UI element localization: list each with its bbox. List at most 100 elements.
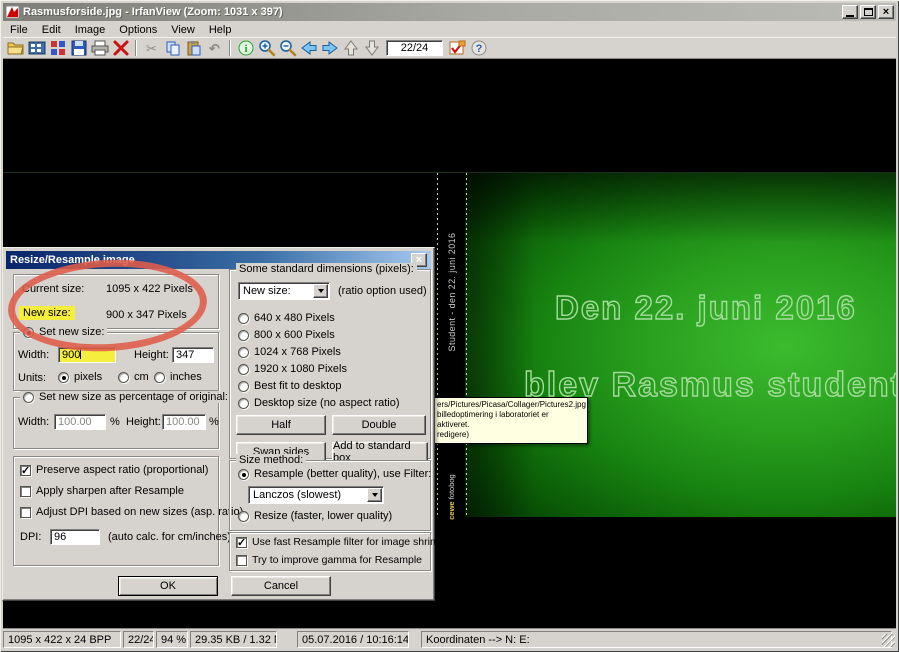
standard-size-combobox[interactable]: New size: (238, 282, 330, 300)
radio-1024x768[interactable]: 1024 x 768 Pixels (238, 346, 341, 358)
dialog-title: Resize/Resample image (10, 254, 135, 266)
percentage-radio[interactable] (23, 391, 34, 403)
menu-edit[interactable]: Edit (35, 24, 68, 36)
unit-cm-label: cm (134, 371, 149, 383)
half-button[interactable]: Half (236, 415, 326, 435)
cewe-logo: cewe fotobog (447, 467, 459, 527)
zoom-out-icon[interactable] (277, 38, 298, 58)
preserve-aspect-checkbox[interactable]: Preserve aspect ratio (proportional) (20, 464, 209, 477)
unit-pixels-radio[interactable]: pixels (58, 371, 102, 383)
resample-label: Resample (better quality), use Filter: (254, 468, 432, 480)
menu-view[interactable]: View (164, 24, 202, 36)
menu-image[interactable]: Image (68, 24, 113, 36)
checkbox-icon (20, 464, 31, 477)
chevron-down-icon[interactable] (367, 488, 382, 502)
cut-icon[interactable]: ✂ (141, 38, 162, 58)
close-button[interactable]: × (878, 5, 894, 19)
unit-inches-radio[interactable]: inches (154, 371, 202, 383)
info-icon[interactable]: i (235, 38, 256, 58)
undo-icon[interactable]: ↶ (204, 38, 225, 58)
sharpen-checkbox[interactable]: Apply sharpen after Resample (20, 485, 184, 497)
radio-best-fit[interactable]: Best fit to desktop (238, 380, 341, 392)
file-tooltip: ers/Pictures/Picasa/Collager/Pictures2.j… (432, 397, 588, 444)
dpi-value: 96 (54, 531, 67, 543)
radio-desktop-size[interactable]: Desktop size (no aspect ratio) (238, 397, 400, 409)
percentage-legend[interactable]: Set new size as percentage of original: (20, 391, 231, 403)
help-icon[interactable]: ? (468, 38, 489, 58)
paste-icon[interactable] (183, 38, 204, 58)
first-file-icon[interactable] (340, 38, 361, 58)
ratio-option-note: (ratio option used) (338, 285, 427, 297)
adjust-dpi-checkbox[interactable]: Adjust DPI based on new sizes (asp. rati… (20, 506, 243, 518)
units-label: Units: (18, 372, 47, 384)
add-to-standard-button[interactable]: Add to standard box (332, 440, 428, 464)
toolbar: ✂ ↶ i 22/24 ? (3, 37, 896, 59)
filter-combobox-value: Lanczos (slowest) (253, 489, 342, 501)
statusbar: 1095 x 422 x 24 BPP 22/24 94 % 29.35 KB … (3, 628, 896, 649)
fast-filter-checkbox[interactable]: Use fast Resample filter for image shrin… (236, 536, 455, 549)
tooltip-line3: redigere) (437, 430, 470, 439)
unit-inches-label: inches (170, 371, 202, 383)
current-size-label: Current size: (22, 283, 85, 295)
standard-dimensions-label: Some standard dimensions (pixels): (236, 263, 417, 275)
copy-icon[interactable] (162, 38, 183, 58)
status-coordinates: Koordinaten --> N: E: (421, 631, 892, 648)
svg-text:i: i (244, 43, 247, 55)
filter-combobox[interactable]: Lanczos (slowest) (248, 486, 384, 504)
set-new-size-legend[interactable]: Set new size: (20, 326, 108, 338)
radio-640x480[interactable]: 640 x 480 Pixels (238, 312, 335, 324)
ok-button[interactable]: OK (118, 576, 218, 596)
thumbnails-icon[interactable] (26, 38, 47, 58)
resample-radio[interactable]: Resample (better quality), use Filter: (238, 468, 431, 480)
page-indicator-field[interactable]: 22/24 (386, 40, 443, 56)
jpg-lossless-operations-icon[interactable] (447, 38, 468, 58)
set-new-size-radio[interactable] (23, 326, 34, 338)
print-icon[interactable] (89, 38, 110, 58)
previous-image-icon[interactable] (298, 38, 319, 58)
slideshow-icon[interactable] (47, 38, 68, 58)
cancel-button[interactable]: Cancel (231, 576, 331, 596)
height-value: 347 (176, 349, 195, 361)
gamma-checkbox[interactable]: Try to improve gamma for Resample (236, 554, 422, 566)
maximize-icon (863, 8, 873, 16)
width-label: Width: (18, 349, 50, 361)
standard-dimensions-group: Some standard dimensions (pixels): New s… (229, 263, 431, 464)
delete-icon[interactable] (110, 38, 131, 58)
radio-1920x1080[interactable]: 1920 x 1080 Pixels (238, 363, 347, 375)
open-icon[interactable] (5, 38, 26, 58)
last-file-icon[interactable] (361, 38, 382, 58)
options-group: Preserve aspect ratio (proportional) App… (13, 456, 243, 566)
current-size-value: 1095 x 422 Pixels (106, 283, 193, 295)
zoom-in-icon[interactable] (256, 38, 277, 58)
menu-help[interactable]: Help (202, 24, 239, 36)
radio-800x600[interactable]: 800 x 600 Pixels (238, 329, 335, 341)
width-input[interactable]: 900 (58, 347, 116, 363)
status-zoom: 94 % (156, 631, 188, 648)
size-method-label: Size method: (236, 454, 307, 466)
height-input[interactable]: 347 (172, 347, 214, 363)
resize-grip[interactable] (882, 634, 895, 647)
save-icon[interactable] (68, 38, 89, 58)
tooltip-line1: ers/Pictures/Picasa/Collager/Pictures2.j… (437, 400, 586, 409)
chevron-down-icon[interactable] (313, 284, 328, 298)
next-image-icon[interactable] (319, 38, 340, 58)
radio-icon (238, 397, 249, 409)
maximize-button[interactable] (860, 5, 876, 19)
dpi-input[interactable]: 96 (50, 529, 100, 545)
minimize-button[interactable] (842, 5, 858, 19)
size-summary-group: Current size: 1095 x 422 Pixels New size… (13, 274, 219, 329)
percent-height-value: 100.00 (166, 416, 200, 428)
new-size-label-highlighted: New size: (19, 306, 75, 320)
svg-text:?: ? (475, 43, 482, 55)
text-caret (80, 349, 82, 359)
double-button[interactable]: Double (332, 415, 426, 435)
menu-options[interactable]: Options (112, 24, 164, 36)
unit-cm-radio[interactable]: cm (118, 371, 149, 383)
menu-file[interactable]: File (3, 24, 35, 36)
resize-radio[interactable]: Resize (faster, lower quality) (238, 510, 392, 522)
preserve-aspect-label: Preserve aspect ratio (proportional) (36, 464, 209, 476)
current-size-row: Current size: (22, 283, 84, 295)
window-title: Rasmusforside.jpg - IrfanView (Zoom: 103… (23, 6, 283, 18)
titlebar: Rasmusforside.jpg - IrfanView (Zoom: 103… (3, 3, 896, 21)
radio-label: 800 x 600 Pixels (254, 329, 335, 341)
